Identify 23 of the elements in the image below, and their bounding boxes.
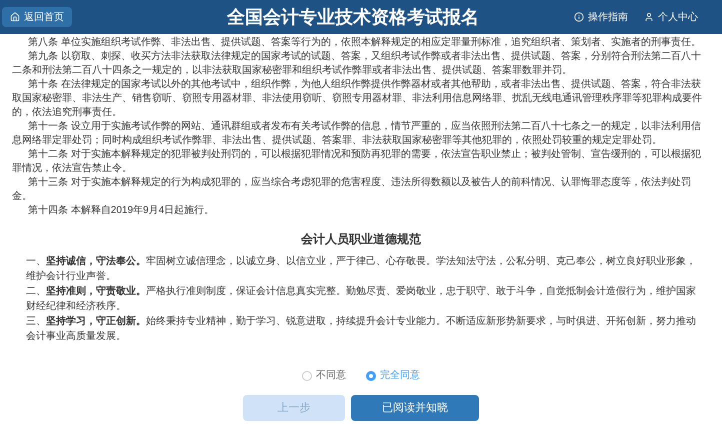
ethics-paragraph: 一、坚持诚信，守法奉公。牢固树立诚信理念，以诚立身、以信立业，严于律己、心存敬畏。学法知法守法，公私分明、克己奉公，树立良好职业形象，维护会计行业声誉。 [26, 254, 696, 284]
header-link[interactable]: 操作指南 [574, 10, 628, 24]
radio-button[interactable] [366, 370, 376, 380]
radio-option[interactable]: 完全同意 [366, 368, 420, 383]
home-icon [10, 12, 20, 22]
article-paragraph: 第十四条 本解释自2019年9月4日起施行。 [27, 204, 216, 218]
section-title: 会计人员职业道德规范 [300, 231, 422, 248]
user-icon [644, 12, 654, 22]
article-paragraph: 第十二条 对于实施本解释规定的犯罪被判处刑罚的，可以根据犯罪情况和预防再犯罪的需要，依法宣告职业禁止；被判处管制、宣告缓刑的，可以根据犯罪情况，依法宣告禁止令。 [12, 148, 702, 176]
header-link[interactable]: 个人中心 [644, 10, 698, 24]
ethics-paragraph: 三、坚持学习，守正创新。始终秉持专业精神，勤于学习、锐意进取，持续提升会计专业能力。不断适应新形势新要求，与时俱进、开拓创新，努力推动会计事业高质量发展。 [26, 314, 696, 344]
article-paragraph: 第十三条 对于实施本解释规定的行为构成犯罪的，应当综合考虑犯罪的危害程度、违法所得数额以及被告人的前科情况、认罪悔罪态度等，依法判处罚金。 [12, 176, 692, 204]
article-paragraph: 第九条 以窃取、刺探、收买方法非法获取法律规定的国家考试的试题、答案，又组织考试作弊或者非法出售、提供试题、答案，分别符合刑法第二百八十二条和刑法第二百八十四条之一规定的，以非法获取国家秘密罪和组织考试作弊罪或者非法出售、提供试题、答案罪数罪并罚。 [12, 50, 702, 78]
ethics-paragraph: 二、坚持准则，守责敬业。严格执行准则制度，保证会计信息真实完整。勤勉尽责、爱岗敬业，忠于职守、敢于斗争，自觉抵制会计造假行为，维护国家财经纪律和经济秩序。 [26, 284, 696, 314]
radio-option[interactable]: 不同意 [302, 368, 346, 383]
info-icon [574, 12, 584, 22]
back-home-button[interactable]: 返回首页 [2, 7, 72, 27]
article-paragraph: 第十一条 设立用于实施考试作弊的网站、通讯群组或者发布有关考试作弊的信息，情节严重的，应当依照刑法第二百八十七条之一的规定，以非法利用信息网络罪定罪处罚；同时构成组织考试作弊罪、非法出售、提供试题、答案罪、非法获取国家秘密罪等其他犯罪的，依照处罚较重的规定定罪处罚。 [12, 120, 702, 148]
article-paragraph: 第八条 单位实施组织考试作弊、非法出售、提供试题、答案等行为的，依照本解释规定的相应定罪量刑标准，追究组织者、策划者、实施者的刑事责任。 [27, 36, 702, 50]
radio-button[interactable] [302, 370, 312, 380]
article-paragraph: 第十条 在法律规定的国家考试以外的其他考试中，组织作弊，为他人组织作弊提供作弊器材或者其他帮助，或者非法出售、提供试题、答案，符合非法获取国家秘密罪、非法生产、销售窃听、窃照专用器材罪、非法使用窃听、窃照专用器材罪、非法利用信息网络罪、扰乱无线电通讯管理秩序罪等犯罪构成要件的，依法追究刑事责任。 [12, 78, 703, 120]
confirm-read-button[interactable]: 已阅读并知晓 [351, 395, 479, 421]
page-title: 全国会计专业技术资格考试报名 [226, 6, 480, 28]
